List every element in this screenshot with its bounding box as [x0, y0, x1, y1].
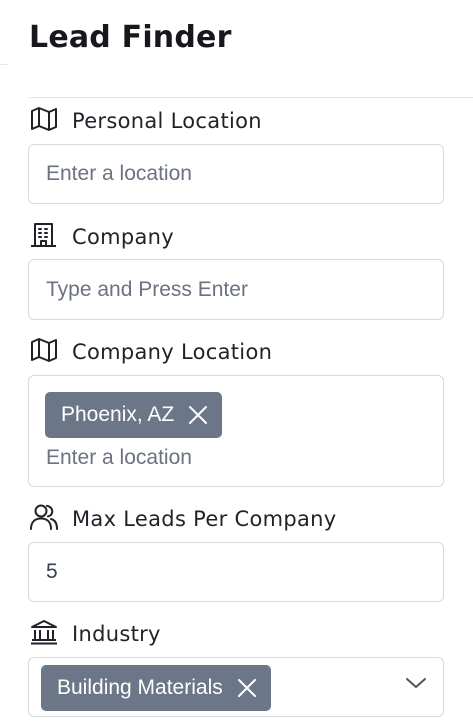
company-location-label-text: Company Location [72, 340, 273, 364]
chevron-down-icon[interactable] [405, 676, 427, 690]
map-icon [29, 336, 59, 369]
header-divider [29, 97, 473, 98]
company-label: Company [29, 221, 175, 254]
panel-divider [0, 0, 8, 65]
industry-tag: Building Materials [41, 665, 271, 711]
users-icon [29, 503, 59, 536]
company-input[interactable] [29, 260, 426, 319]
map-icon [29, 105, 59, 138]
personal-location-field[interactable] [28, 144, 444, 204]
personal-location-input[interactable] [29, 145, 426, 203]
company-location-tag-label: Phoenix, AZ [61, 403, 175, 426]
max-leads-label-text: Max Leads Per Company [72, 507, 337, 531]
company-location-input[interactable] [29, 442, 426, 474]
bank-icon [29, 618, 59, 651]
page-title: Lead Finder [29, 20, 232, 55]
industry-label: Industry [29, 618, 161, 651]
company-location-tag: Phoenix, AZ [45, 392, 223, 438]
building-icon [29, 221, 59, 254]
max-leads-input[interactable] [29, 543, 426, 601]
company-location-label: Company Location [29, 336, 273, 369]
industry-label-text: Industry [72, 622, 161, 646]
company-label-text: Company [72, 225, 175, 249]
remove-tag-icon[interactable] [188, 405, 208, 425]
industry-select[interactable]: Building Materials [28, 657, 444, 717]
personal-location-label: Personal Location [29, 105, 262, 138]
personal-location-label-text: Personal Location [72, 109, 262, 133]
company-location-field[interactable]: Phoenix, AZ [28, 375, 444, 487]
industry-tag-label: Building Materials [57, 676, 223, 699]
company-field[interactable] [28, 259, 444, 320]
max-leads-label: Max Leads Per Company [29, 503, 337, 536]
remove-tag-icon[interactable] [237, 678, 257, 698]
max-leads-field[interactable] [28, 542, 444, 602]
